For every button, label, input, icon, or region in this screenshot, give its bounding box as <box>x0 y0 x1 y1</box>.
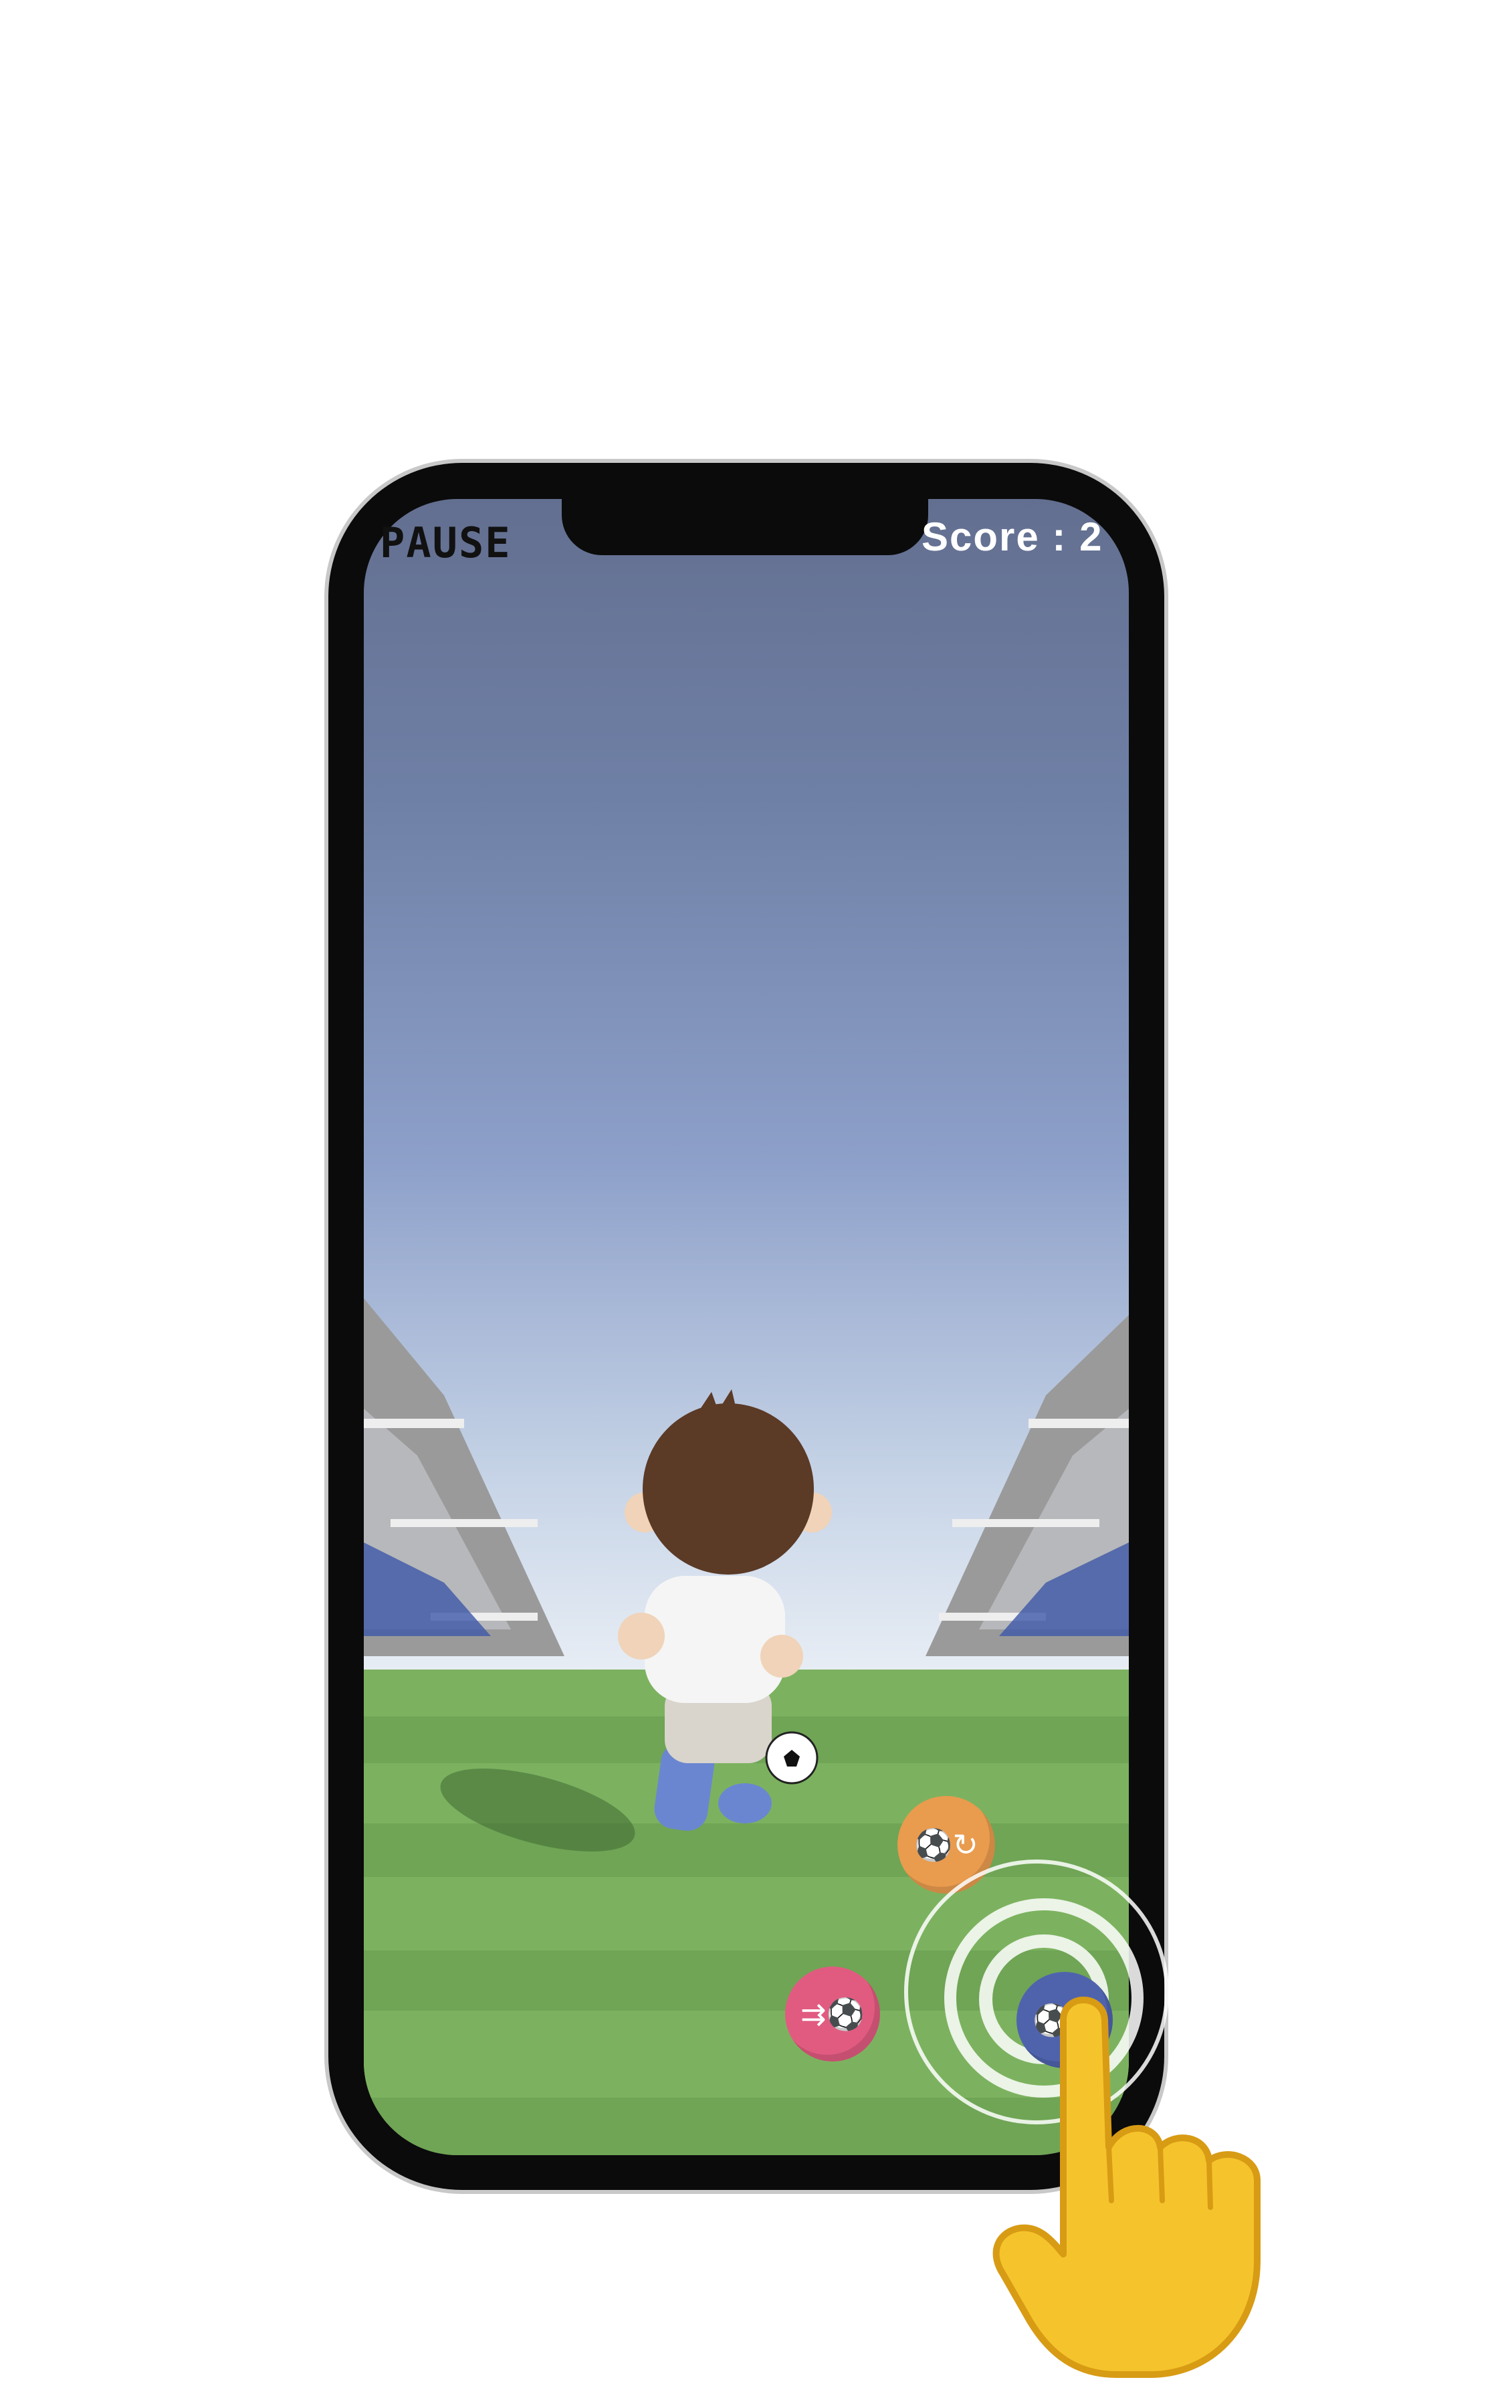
score-display: Score : 2 <box>922 514 1103 559</box>
stand-left-rail-2 <box>391 1519 538 1527</box>
player-shirt <box>645 1576 785 1703</box>
dribble-button[interactable]: ⇉⚽ <box>785 1967 880 2062</box>
ball-dash-icon: ⇉⚽ <box>800 1995 865 2032</box>
player-head <box>643 1403 814 1575</box>
pointing-hand-icon <box>992 1997 1261 2378</box>
player-foot-right <box>718 1783 772 1823</box>
pause-button[interactable]: PAUSE <box>380 518 512 567</box>
player-arm-right <box>760 1635 803 1678</box>
player-arm-left <box>618 1613 665 1660</box>
stand-left-rail <box>364 1419 464 1428</box>
ball-swap-icon: ⚽↻ <box>914 1826 978 1863</box>
phone-notch <box>562 499 928 555</box>
stand-right-rail-2 <box>952 1519 1099 1527</box>
stand-right-rail <box>1029 1419 1129 1428</box>
